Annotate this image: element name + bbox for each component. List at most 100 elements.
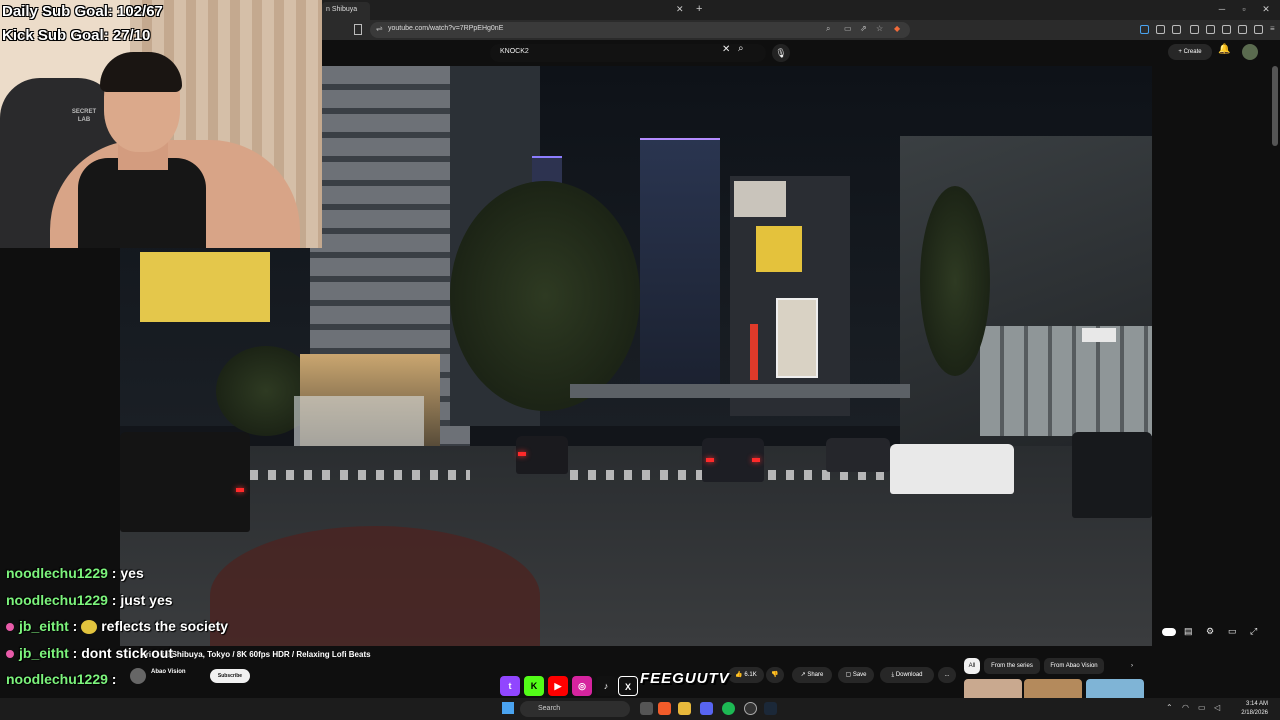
download-icon: ⤓ <box>891 672 895 678</box>
avatar[interactable] <box>1242 44 1258 60</box>
brave-browser-icon[interactable] <box>658 702 671 715</box>
video-car-far <box>826 438 890 472</box>
extension-icon[interactable] <box>1140 25 1149 34</box>
download-manager-icon[interactable] <box>1254 25 1263 34</box>
autoplay-toggle[interactable] <box>1162 628 1176 636</box>
video-oasis-sign <box>1082 328 1116 342</box>
chat-username: noodlechu1229 <box>6 565 108 581</box>
minimize-icon[interactable]: ─ <box>1212 4 1232 14</box>
related-video-thumbnail[interactable] <box>1024 679 1082 699</box>
brave-shield-icon[interactable]: ◆ <box>894 24 900 33</box>
tabs-icon[interactable] <box>1222 25 1231 34</box>
video-tree-right <box>920 186 990 376</box>
cast-icon[interactable]: ▭ <box>844 24 852 33</box>
search-icon[interactable]: ⌕ <box>738 43 744 54</box>
puzzle-icon[interactable] <box>1156 25 1165 34</box>
tiktok-icon: ♪ <box>596 676 616 696</box>
more-actions-button[interactable]: ... <box>938 667 956 683</box>
fullscreen-icon[interactable]: ⤢ <box>1250 626 1257 637</box>
new-tab-icon[interactable]: + <box>696 3 702 15</box>
wallet-icon[interactable] <box>1172 25 1181 34</box>
youtube-icon: ▶ <box>548 676 568 696</box>
video-billboard-poster <box>776 298 818 378</box>
subscribe-button[interactable]: Subscribe <box>210 669 250 683</box>
create-button[interactable]: + Create <box>1168 44 1212 60</box>
chat-message: jb_eitht : dont stick out <box>6 645 173 661</box>
chip-from-the-series[interactable]: From the series <box>984 658 1040 674</box>
start-button[interactable] <box>502 702 514 714</box>
discord-icon[interactable] <box>700 702 713 715</box>
sidebar-icon[interactable] <box>1206 25 1215 34</box>
browser-address-bar: ⇌ youtube.com/watch?v=7RPpEHg0nE ⌕ ▭ ⇗ ☆… <box>322 20 1280 40</box>
download-label: Download <box>895 672 923 678</box>
captions-icon[interactable]: ▤ <box>1184 626 1193 637</box>
file-explorer-icon[interactable] <box>678 702 691 715</box>
search-query: KNOCK2 <box>500 48 529 55</box>
site-info-icon[interactable]: ⇌ <box>376 24 383 33</box>
microphone-icon[interactable]: 🎙 <box>772 44 790 62</box>
music-icon[interactable] <box>1190 25 1199 34</box>
page-scrollbar[interactable] <box>1272 66 1278 146</box>
save-button[interactable]: ▢ Save <box>838 667 874 683</box>
share-button[interactable]: ↗ Share <box>792 667 832 683</box>
video-controls: ▤ ⚙ ▭ ⤢ <box>1162 626 1272 640</box>
tray-network-icon[interactable]: ▭ <box>1198 703 1206 712</box>
miniplayer-icon[interactable]: ▭ <box>1228 626 1237 637</box>
dislike-button[interactable]: 👎 <box>766 667 784 683</box>
chip-next-icon[interactable]: › <box>1124 658 1140 674</box>
taskbar-search[interactable]: Search <box>520 701 630 717</box>
share-label: Share <box>807 672 824 678</box>
chat-text: reflects the society <box>101 618 229 634</box>
vpn-icon[interactable] <box>1238 25 1247 34</box>
video-car-white <box>890 444 1014 494</box>
video-taillight <box>752 458 760 462</box>
tray-wifi-icon[interactable]: ◠ <box>1182 703 1189 712</box>
tray-chevron-icon[interactable]: ⌃ <box>1166 703 1173 712</box>
share-page-icon[interactable]: ⇗ <box>860 24 867 33</box>
close-window-icon[interactable]: ✕ <box>1256 4 1276 15</box>
bookmark-icon[interactable] <box>354 24 362 35</box>
chat-message: noodlechu1229 : <box>6 671 117 687</box>
clear-search-icon[interactable]: ✕ <box>722 44 730 55</box>
browser-tab[interactable]: n Shibuya <box>322 2 370 20</box>
spotify-icon[interactable] <box>722 702 735 715</box>
notifications-icon[interactable]: 🔔 <box>1218 44 1230 55</box>
chat-text: just yes <box>120 592 173 608</box>
video-car-center <box>702 438 764 482</box>
chat-username: noodlechu1229 <box>6 671 108 687</box>
taskbar-clock[interactable]: 3:14 AM 2/18/2026 <box>1236 700 1268 718</box>
obs-icon[interactable] <box>744 702 757 715</box>
like-count: 6.1K <box>744 672 757 678</box>
channel-avatar[interactable] <box>130 668 146 684</box>
url-field[interactable]: ⇌ youtube.com/watch?v=7RPpEHg0nE ⌕ ▭ ⇗ ☆… <box>370 22 910 38</box>
kick-icon: K <box>524 676 544 696</box>
video-building-right-glass <box>980 326 1152 436</box>
chip-from-abao-vision[interactable]: From Abao Vision <box>1044 658 1104 674</box>
zoom-icon[interactable]: ⌕ <box>826 24 830 34</box>
kick-sub-goal: Kick Sub Goal: 27/10 <box>2 27 151 44</box>
webcam-chair-logo: SECRET LAB <box>71 109 97 123</box>
browser-tab-bar: n Shibuya ✕ + ─ ▫ ✕ <box>322 0 1280 20</box>
maximize-icon[interactable]: ▫ <box>1234 4 1254 14</box>
share-icon: ↗ <box>800 672 806 678</box>
video-overpass <box>570 384 910 398</box>
settings-icon[interactable]: ⚙ <box>1206 626 1214 637</box>
taskbar-app-icon[interactable] <box>640 702 653 715</box>
video-car-black-suv <box>1072 432 1152 518</box>
video-left-yellow-sign <box>140 252 270 322</box>
taskbar-date: 2/18/2026 <box>1241 710 1268 716</box>
chip-all[interactable]: All <box>964 658 980 674</box>
like-button[interactable]: 👍 6.1K <box>728 667 764 683</box>
steam-icon[interactable] <box>764 702 777 715</box>
tray-volume-icon[interactable]: ◁ <box>1214 703 1220 712</box>
download-button[interactable]: ⤓ Download <box>880 667 934 683</box>
video-taillight <box>236 488 244 492</box>
chat-badge-icon <box>6 650 14 659</box>
menu-icon[interactable]: ≡ <box>1270 24 1275 33</box>
star-icon[interactable]: ☆ <box>876 24 883 33</box>
related-video-thumbnail[interactable] <box>1086 679 1144 699</box>
youtube-header: KNOCK2 ✕ ⌕ 🎙 + Create 🔔 <box>322 40 1280 66</box>
tab-close-icon[interactable]: ✕ <box>676 4 684 15</box>
channel-name[interactable]: Abao Vision <box>151 669 186 675</box>
related-video-thumbnail[interactable] <box>964 679 1022 699</box>
